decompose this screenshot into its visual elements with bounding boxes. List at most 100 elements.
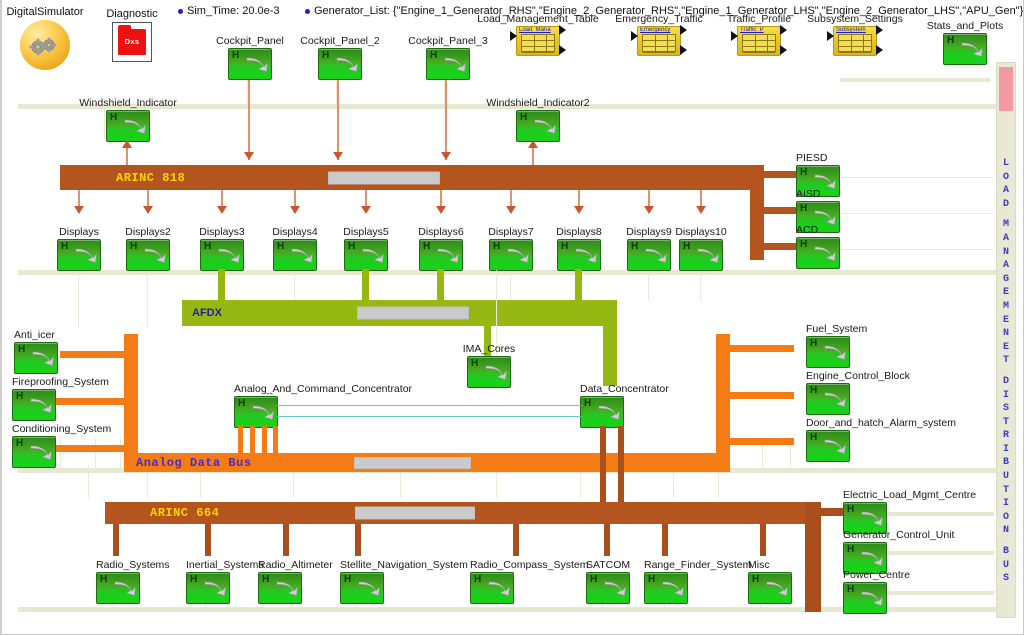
block-displays5[interactable]: Displays5 H (343, 226, 389, 271)
vertical-bus-label: LOADMANAGEMENETDISTRIBUTIONBUS (1003, 157, 1009, 586)
block-displays3[interactable]: Displays3 H (199, 226, 245, 271)
block-stats-and-plots[interactable]: Stats_and_Plots H (927, 20, 1003, 65)
output-port-arrow-icon[interactable] (876, 25, 883, 35)
model-canvas[interactable]: DigitalSimulator Diagnostic Dxs Sim_Time… (0, 0, 1024, 635)
block-label: Power_Centre (843, 569, 911, 581)
input-port-arrow-icon[interactable] (510, 31, 517, 41)
output-port-arrow-icon[interactable] (680, 45, 687, 55)
connector-arrow-icon (574, 206, 584, 214)
block-displays6[interactable]: Displays6 H (418, 226, 464, 271)
table-inner-name: Traffic_P (740, 27, 764, 33)
block-windshield-indicator[interactable]: Windshield_Indicator H (79, 97, 177, 142)
connector (513, 524, 519, 556)
block-label: SATCOM (586, 559, 631, 571)
guide-line (838, 213, 993, 214)
gears-globe-icon (20, 20, 70, 70)
block-satcom[interactable]: SATCOM H (586, 559, 630, 604)
block-misc[interactable]: Misc H (748, 559, 792, 604)
guide-line (104, 109, 105, 139)
block-radio-compass-system[interactable]: Radio_Compass_System H (470, 559, 588, 604)
block-label: Displays2 (125, 226, 171, 238)
block-acd[interactable]: ACD H (796, 224, 840, 269)
bus-resize-grip[interactable] (328, 171, 440, 184)
block-fireproofing-system[interactable]: Fireproofing_System H (12, 376, 109, 421)
block-data-concentrator[interactable]: Data_Concentrator H (580, 383, 669, 428)
vertical-bus-letter: S (1002, 573, 1009, 585)
emergency-traffic-node[interactable]: Emergency_Traffic Emergency (615, 13, 703, 56)
block-fuel-system[interactable]: Fuel_System H (806, 323, 867, 368)
block-cockpit-panel[interactable]: Cockpit_Panel H (216, 35, 284, 80)
input-port-arrow-icon[interactable] (827, 31, 834, 41)
block-cockpit-panel-2[interactable]: Cockpit_Panel_2 H (300, 35, 380, 80)
connector-arrow-icon (333, 152, 343, 160)
block-power-centre[interactable]: Power_Centre H (843, 569, 910, 614)
block-displays10[interactable]: Displays10 H (675, 226, 727, 271)
connector-arrow-icon (436, 206, 446, 214)
block-displays7[interactable]: Displays7 H (488, 226, 534, 271)
block-ima-cores[interactable]: IMA_Cores H (463, 343, 515, 388)
output-port-arrow-icon[interactable] (559, 25, 566, 35)
bus-afdx[interactable]: AFDX (182, 300, 617, 326)
input-port-arrow-icon[interactable] (731, 31, 738, 41)
connector (113, 524, 119, 556)
bus-resize-grip[interactable] (355, 506, 475, 520)
analog-bus-riser (124, 334, 138, 460)
bus-arinc664[interactable]: ARINC 664 (105, 502, 805, 524)
digital-simulator-node[interactable]: DigitalSimulator (6, 6, 84, 70)
guide-line (147, 268, 148, 328)
analog-bus-riser (716, 334, 730, 460)
bus-riser (750, 165, 764, 260)
block-windshield-indicator-2[interactable]: Windshield_Indicator2 H (486, 97, 590, 142)
block-engine-control-block[interactable]: Engine_Control_Block H (806, 370, 910, 415)
output-port-arrow-icon[interactable] (680, 25, 687, 35)
connector (604, 524, 610, 556)
block-displays[interactable]: Displays H (57, 226, 101, 271)
output-port-arrow-icon[interactable] (876, 45, 883, 55)
output-port-arrow-icon[interactable] (780, 25, 787, 35)
block-label: Conditioning_System (12, 423, 112, 435)
block-label: Windshield_Indicator2 (486, 97, 590, 109)
subsystem-settings-node[interactable]: Subsystem_Settings Subsystem (807, 13, 903, 56)
connector (662, 524, 668, 556)
vertical-bus-letter: A (1002, 232, 1009, 244)
block-displays8[interactable]: Displays8 H (556, 226, 602, 271)
load-management-table-node[interactable]: Load_Management_Table Load_Mana (477, 13, 599, 56)
input-port-arrow-icon[interactable] (631, 31, 638, 41)
block-label: Fuel_System (806, 323, 868, 335)
load-management-distribution-bus-strip[interactable]: LOADMANAGEMENETDISTRIBUTIONBUS (996, 62, 1016, 618)
bus-branch (56, 398, 124, 405)
vertical-bus-letter: R (1002, 430, 1009, 442)
bus-resize-grip[interactable] (357, 306, 469, 320)
bus-label: AFDX (192, 307, 222, 319)
bus-analog-data[interactable]: Analog Data Bus (124, 453, 730, 472)
connector-arrow-icon (361, 206, 371, 214)
block-analog-and-command-concentrator[interactable]: Analog_And_Command_Concentrator H (234, 383, 412, 428)
block-conditioning-system[interactable]: Conditioning_System H (12, 423, 111, 468)
diagnostic-node[interactable]: Diagnostic Dxs (106, 8, 158, 62)
block-label: Displays6 (418, 226, 464, 238)
block-label: Displays9 (626, 226, 672, 238)
block-cockpit-panel-3[interactable]: Cockpit_Panel_3 H (408, 35, 488, 80)
bullet-icon (305, 8, 310, 14)
block-displays9[interactable]: Displays9 H (626, 226, 672, 271)
block-label: Anti_icer (14, 329, 55, 341)
traffic-profile-node[interactable]: Traffic_Profile Traffic_P (727, 13, 791, 56)
bus-arinc818[interactable]: ARINC 818 (60, 165, 750, 190)
bus-resize-grip[interactable] (354, 456, 471, 469)
block-displays2[interactable]: Displays2 H (125, 226, 171, 271)
output-port-arrow-icon[interactable] (559, 45, 566, 55)
block-radio-systems[interactable]: Radio_Systems H (96, 559, 170, 604)
block-displays4[interactable]: Displays4 H (272, 226, 318, 271)
block-range-finder-system[interactable]: Range_Finder_System H (644, 559, 751, 604)
output-port-arrow-icon[interactable] (780, 45, 787, 55)
bus-branch (730, 345, 794, 352)
bus-branch (764, 171, 796, 178)
block-door-and-hatch-alarm-system[interactable]: Door_and_hatch_Alarm_system H (806, 417, 956, 462)
block-anti-icer[interactable]: Anti_icer H (14, 329, 58, 374)
guide-line (88, 466, 89, 498)
block-radio-altimeter[interactable]: Radio_Altimeter H (258, 559, 333, 604)
block-label: Displays8 (556, 226, 602, 238)
connector-arrow-icon (217, 206, 227, 214)
block-inertial-systems[interactable]: Inertial_Systems H (186, 559, 264, 604)
block-stellite-navigation-system[interactable]: Stellite_Navigation_System H (340, 559, 468, 604)
